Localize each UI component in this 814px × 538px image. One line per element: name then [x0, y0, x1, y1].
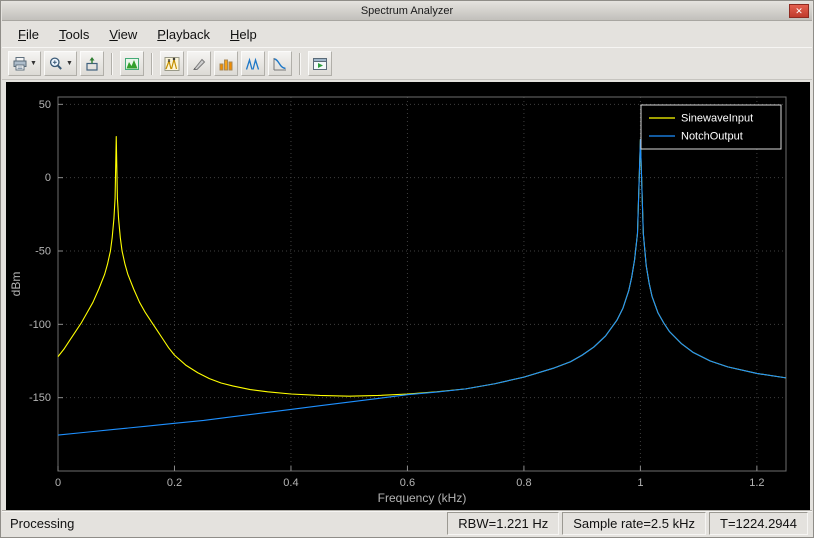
menubar: File Tools View Playback Help [2, 21, 812, 47]
scale-axes-icon [84, 56, 100, 72]
y-tick-label: -150 [29, 392, 51, 404]
spectrum-chart[interactable]: 0 0.2 0.4 0.6 0.8 1 1.2 50 0 -50 -100 -150 Frequency… [6, 82, 810, 511]
x-tick-label: 0.2 [167, 477, 182, 489]
menu-help[interactable]: Help [220, 23, 267, 46]
zoom-button[interactable]: ▼ [43, 51, 77, 76]
signal-statistics-button[interactable] [213, 51, 238, 76]
cursor-measurements-icon [191, 56, 207, 72]
legend-entry[interactable]: SinewaveInput [681, 113, 753, 125]
legend[interactable]: SinewaveInput NotchOutput [640, 104, 782, 150]
scale-axes-button[interactable] [79, 51, 104, 76]
peak-finder-icon [164, 56, 180, 72]
ccdf-button[interactable] [267, 51, 292, 76]
y-tick-label: 0 [45, 172, 51, 184]
y-tick-label: -100 [29, 319, 51, 331]
status-panel-0: RBW=1.221 Hz [447, 512, 560, 535]
x-tick-label: 0 [55, 477, 61, 489]
playback-options-button[interactable] [307, 51, 332, 76]
plot-region: 0 0.2 0.4 0.6 0.8 1 1.2 50 0 -50 -100 -150 Frequency… [6, 82, 810, 511]
zoom-in-icon [48, 56, 64, 72]
x-tick-label: 0.4 [283, 477, 298, 489]
playback-options-icon [312, 56, 328, 72]
x-tick-label: 0.8 [516, 477, 531, 489]
legend-entry[interactable]: NotchOutput [681, 131, 743, 143]
status-panels: RBW=1.221 Hz Sample rate=2.5 kHz T=1224.29… [447, 512, 808, 535]
ccdf-icon [272, 56, 288, 72]
spectrum-analyzer-window: Spectrum Analyzer ✕ File Tools View Playbac… [0, 0, 814, 538]
status-panel-1: Sample rate=2.5 kHz [562, 512, 707, 535]
close-button[interactable]: ✕ [789, 4, 809, 18]
printer-icon [12, 56, 28, 72]
dropdown-caret-icon[interactable]: ▼ [66, 60, 73, 67]
x-tick-label: 0.6 [400, 477, 415, 489]
window-title: Spectrum Analyzer [360, 5, 454, 17]
toolbar-separator [150, 52, 153, 75]
status-message: Processing [10, 516, 75, 531]
y-axis-label: dBm [9, 272, 23, 297]
menu-tools[interactable]: Tools [49, 23, 99, 46]
spectral-mask-icon [245, 56, 261, 72]
status-panel-2: T=1224.2944 [709, 512, 808, 535]
cursor-measurements-button[interactable] [186, 51, 211, 76]
menu-view[interactable]: View [99, 23, 147, 46]
menu-file[interactable]: File [8, 23, 49, 46]
toolbar: ▼ ▼ [2, 47, 812, 80]
menu-playback[interactable]: Playback [147, 23, 220, 46]
statusbar: Processing RBW=1.221 Hz Sample rate=2.5 k… [2, 510, 812, 536]
dropdown-caret-icon[interactable]: ▼ [30, 60, 37, 67]
print-button[interactable]: ▼ [8, 51, 41, 76]
spectral-mask-button[interactable] [240, 51, 265, 76]
spectrum-settings-button[interactable] [119, 51, 144, 76]
y-tick-label: 50 [39, 99, 51, 111]
titlebar[interactable]: Spectrum Analyzer ✕ [2, 2, 812, 21]
toolbar-separator [110, 52, 113, 75]
x-tick-label: 1 [637, 477, 643, 489]
x-tick-label: 1.2 [749, 477, 764, 489]
x-axis-label: Frequency (kHz) [378, 491, 467, 505]
signal-statistics-icon [218, 56, 234, 72]
spectrum-settings-icon [124, 56, 140, 72]
peak-finder-button[interactable] [159, 51, 184, 76]
toolbar-separator [298, 52, 301, 75]
y-tick-label: -50 [35, 246, 51, 258]
